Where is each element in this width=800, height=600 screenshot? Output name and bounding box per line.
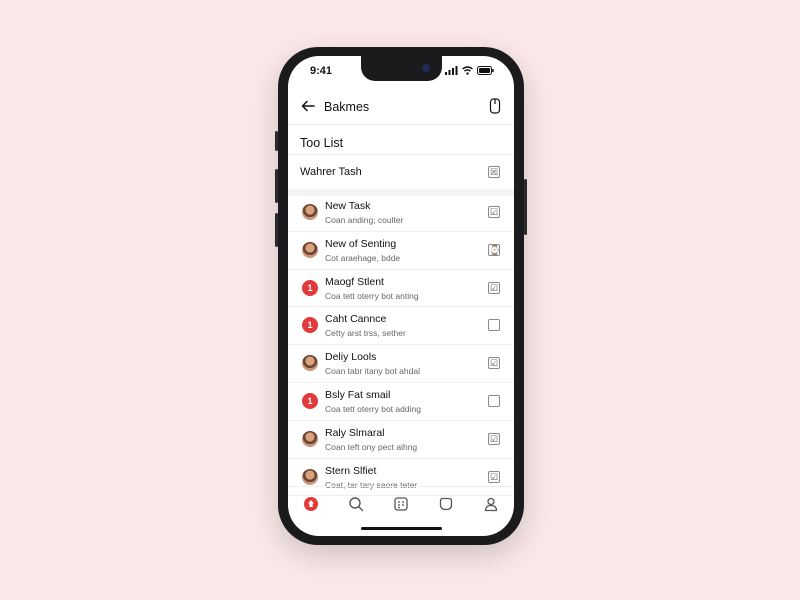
home-icon: [303, 497, 318, 511]
top-nav-bar: Bakmes: [288, 90, 514, 125]
list-title: Too List: [300, 136, 344, 150]
task-list: New Task Coan anding; coulter ☑ New of Sent…: [288, 194, 514, 497]
task-badge-icon: 1: [302, 317, 318, 334]
task-subtitle: Coa tett oterry bot adding: [325, 403, 421, 414]
avatar: [302, 468, 318, 485]
home-indicator: [361, 527, 442, 530]
search-icon: [349, 497, 363, 512]
saved-tab[interactable]: [435, 493, 457, 515]
task-row[interactable]: 1 Bsly Fat smail Coa tett oterry bot addin…: [288, 383, 514, 421]
task-subtitle: Coan teft ony pect aihng: [325, 441, 418, 452]
task-checkbox[interactable]: ⌚: [488, 243, 500, 256]
task-checkbox[interactable]: [488, 394, 500, 407]
side-button-right: [524, 179, 527, 235]
task-title: Raly Slmaral: [325, 426, 385, 439]
profile-tab[interactable]: [480, 493, 502, 515]
camera-icon: [422, 64, 430, 72]
battery-icon: [477, 66, 494, 75]
avatar: [302, 204, 318, 220]
task-title: Bsly Fat smail: [325, 388, 391, 401]
task-title: New of Senting: [325, 237, 397, 250]
bookmark-icon[interactable]: [488, 98, 502, 114]
task-row[interactable]: 1 Maogf Stlent Coa tett oterry bot anting ☑: [288, 270, 514, 308]
task-badge-icon: 1: [302, 279, 318, 296]
side-button-left-1: [275, 131, 278, 151]
task-row[interactable]: Raly Slmaral Coan teft ony pect aihng ☑: [288, 421, 514, 459]
side-button-left-2: [275, 169, 278, 203]
task-subtitle: Coan anding; coulter: [325, 215, 404, 225]
phone-frame: 9:41 Bakmes Too List Wahrer Tash ☒ New T…: [275, 47, 527, 545]
task-subtitle: Cetty arst trss, sether: [325, 328, 406, 339]
side-button-left-3: [275, 213, 278, 247]
task-title: Deliy Lools: [325, 351, 377, 364]
task-row[interactable]: New Task Coan anding; coulter ☑: [288, 194, 514, 232]
home-tab[interactable]: [300, 493, 322, 515]
task-checkbox[interactable]: [488, 319, 500, 332]
task-title: Stern Slfiet: [325, 464, 377, 477]
task-badge-icon: 1: [302, 392, 318, 409]
status-time: 9:41: [310, 65, 333, 77]
search-tab[interactable]: [345, 493, 367, 515]
avatar: [302, 355, 318, 372]
signal-icon: [445, 66, 458, 75]
notch: [361, 56, 442, 81]
task-subtitle: Cot araehage, bdde: [325, 252, 401, 263]
bookmark-icon: [440, 497, 453, 511]
profile-icon: [485, 497, 498, 512]
filter-row[interactable]: Wahrer Tash ☒: [288, 155, 514, 189]
task-title: New Task: [325, 200, 371, 212]
task-title: Caht Cannce: [325, 313, 387, 326]
calendar-icon: [394, 497, 408, 511]
task-row[interactable]: 1 Caht Cannce Cetty arst trss, sether: [288, 307, 514, 346]
task-checkbox[interactable]: ☑: [488, 281, 500, 294]
filter-checkbox[interactable]: ☒: [488, 166, 500, 178]
task-subtitle: Coa tett oterry bot anting: [325, 290, 419, 301]
task-checkbox[interactable]: ☑: [488, 432, 500, 445]
back-arrow-icon[interactable]: [300, 98, 316, 114]
task-checkbox[interactable]: ☑: [488, 206, 500, 218]
phone-screen: 9:41 Bakmes Too List Wahrer Tash ☒ New T…: [288, 56, 514, 536]
wifi-icon: [462, 66, 473, 75]
avatar: [302, 241, 318, 258]
task-row[interactable]: Deliy Lools Coan tabr itany bot ahdal ☑: [288, 345, 514, 383]
task-title: Maogf Stlent: [325, 275, 384, 288]
calendar-tab[interactable]: [390, 493, 412, 515]
avatar: [302, 430, 318, 447]
filter-label: Wahrer Tash: [300, 166, 362, 178]
task-checkbox[interactable]: ☑: [488, 357, 500, 370]
task-subtitle: Coan tabr itany bot ahdal: [325, 366, 420, 377]
task-row[interactable]: New of Senting Cot araehage, bdde ⌚: [288, 232, 514, 270]
bottom-tab-bar: [288, 486, 514, 521]
page-title: Bakmes: [324, 100, 370, 114]
status-icons: [445, 66, 494, 75]
task-checkbox[interactable]: ☑: [488, 470, 500, 483]
